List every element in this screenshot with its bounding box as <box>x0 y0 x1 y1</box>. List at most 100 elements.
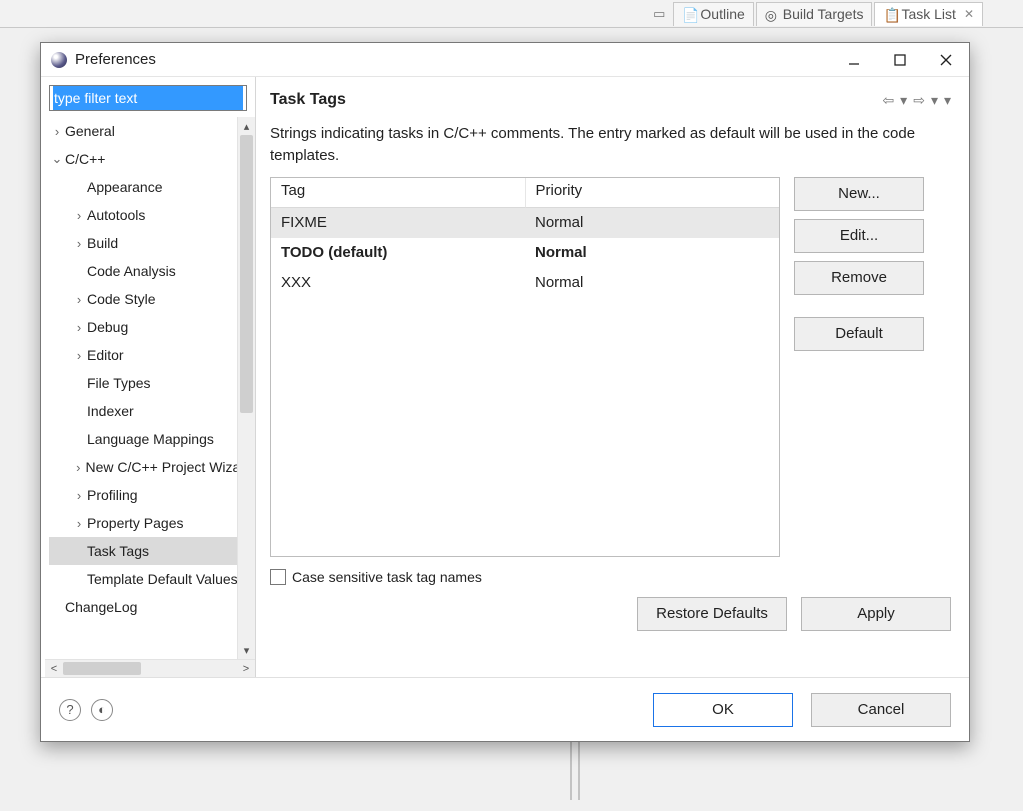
forward-menu-icon[interactable]: ▾ <box>931 92 938 109</box>
tree-item-label: Property Pages <box>87 515 184 531</box>
dialog-titlebar[interactable]: Preferences <box>41 43 969 77</box>
table-row[interactable]: XXXNormal <box>271 268 779 298</box>
chevron-down-icon[interactable]: ⌄ <box>49 151 65 167</box>
column-header-priority[interactable]: Priority <box>526 178 780 208</box>
tree-item-label: C/C++ <box>65 151 105 167</box>
scroll-thumb[interactable] <box>240 135 253 413</box>
new-button[interactable]: New... <box>794 177 924 211</box>
scroll-thumb[interactable] <box>63 662 141 675</box>
forward-icon[interactable]: ⇨ <box>913 92 925 109</box>
edit-button[interactable]: Edit... <box>794 219 924 253</box>
remove-button[interactable]: Remove <box>794 261 924 295</box>
tree-item-general[interactable]: ›General <box>49 117 237 145</box>
view-menu-icon[interactable]: ▾ <box>944 92 951 109</box>
ok-button[interactable]: OK <box>653 693 793 727</box>
scroll-down-icon[interactable]: ▾ <box>238 641 255 659</box>
tree-horizontal-scrollbar[interactable]: < > <box>45 659 255 677</box>
cell-tag: TODO (default) <box>271 242 525 263</box>
tree-item-label: Autotools <box>87 207 145 223</box>
help-icon[interactable]: ? <box>59 699 81 721</box>
scroll-up-icon[interactable]: ▴ <box>238 117 255 135</box>
tree-item-label: Template Default Values <box>87 571 237 587</box>
chevron-right-icon[interactable]: › <box>71 320 87 335</box>
dialog-footer: ? ◐ OK Cancel <box>41 677 969 741</box>
tree-item-label: Code Style <box>87 291 155 307</box>
tree-item-label: Appearance <box>87 179 163 195</box>
case-sensitive-checkbox[interactable] <box>270 569 286 585</box>
tree-item-task-tags[interactable]: Task Tags <box>49 537 237 565</box>
table-row[interactable]: FIXMENormal <box>271 208 779 238</box>
scroll-right-icon[interactable]: > <box>237 660 255 677</box>
close-button[interactable] <box>923 43 969 77</box>
table-row[interactable]: TODO (default)Normal <box>271 238 779 268</box>
minimize-icon[interactable]: ▭ <box>653 6 665 22</box>
tree-item-property-pages[interactable]: ›Property Pages <box>49 509 237 537</box>
cell-tag: XXX <box>271 272 525 293</box>
bg-tab-outline[interactable]: 📄Outline <box>673 2 753 26</box>
tree-item-changelog[interactable]: ChangeLog <box>49 593 237 621</box>
apply-button[interactable]: Apply <box>801 597 951 631</box>
page-nav-icons: ⇦ ▾ ⇨ ▾ ▾ <box>882 92 951 109</box>
tree-item-label: Task Tags <box>87 543 149 559</box>
chevron-right-icon[interactable]: › <box>71 208 87 223</box>
tree-item-profiling[interactable]: ›Profiling <box>49 481 237 509</box>
restore-defaults-button[interactable]: Restore Defaults <box>637 597 787 631</box>
bg-tab-task-list[interactable]: 📋 Task List ✕ <box>874 2 983 26</box>
close-icon[interactable]: ✕ <box>964 7 974 21</box>
chevron-right-icon[interactable]: › <box>49 124 65 139</box>
scroll-left-icon[interactable]: < <box>45 660 63 677</box>
tree-item-label: Code Analysis <box>87 263 176 279</box>
filter-input[interactable] <box>49 85 247 111</box>
tree-item-language-mappings[interactable]: Language Mappings <box>49 425 237 453</box>
tree-item-c-c[interactable]: ⌄C/C++ <box>49 145 237 173</box>
cell-priority: Normal <box>525 272 779 293</box>
tree-item-template-default-values[interactable]: Template Default Values <box>49 565 237 593</box>
cancel-button[interactable]: Cancel <box>811 693 951 727</box>
preferences-tree[interactable]: ›General⌄C/C++Appearance›Autotools›Build… <box>45 117 237 659</box>
back-menu-icon[interactable]: ▾ <box>900 92 907 109</box>
preferences-tree-panel: ›General⌄C/C++Appearance›Autotools›Build… <box>41 77 256 677</box>
tree-item-appearance[interactable]: Appearance <box>49 173 237 201</box>
import-export-icon[interactable]: ◐ <box>91 699 113 721</box>
maximize-button[interactable] <box>877 43 923 77</box>
chevron-right-icon[interactable]: › <box>71 460 85 475</box>
tree-item-label: Build <box>87 235 118 251</box>
dialog-title: Preferences <box>75 51 831 68</box>
task-tags-table[interactable]: Tag Priority FIXMENormalTODO (default)No… <box>270 177 780 557</box>
chevron-right-icon[interactable]: › <box>71 236 87 251</box>
tree-item-autotools[interactable]: ›Autotools <box>49 201 237 229</box>
bg-tab-build-targets[interactable]: ◎Build Targets <box>756 2 873 26</box>
bg-tab-label: Outline <box>700 6 744 22</box>
tree-item-indexer[interactable]: Indexer <box>49 397 237 425</box>
tree-item-label: New C/C++ Project Wizard <box>85 459 237 475</box>
bg-tab-label: Task List <box>901 6 955 22</box>
tree-item-file-types[interactable]: File Types <box>49 369 237 397</box>
task-list-icon: 📋 <box>883 7 897 21</box>
column-header-tag[interactable]: Tag <box>271 178 526 208</box>
default-button[interactable]: Default <box>794 317 924 351</box>
tree-item-label: ChangeLog <box>65 599 137 615</box>
tree-item-new-c-c-project-wizard[interactable]: ›New C/C++ Project Wizard <box>49 453 237 481</box>
tree-item-code-style[interactable]: ›Code Style <box>49 285 237 313</box>
chevron-right-icon[interactable]: › <box>71 488 87 503</box>
minimize-button[interactable] <box>831 43 877 77</box>
chevron-right-icon[interactable]: › <box>71 292 87 307</box>
back-icon[interactable]: ⇦ <box>882 92 894 109</box>
tree-item-code-analysis[interactable]: Code Analysis <box>49 257 237 285</box>
tree-item-label: Language Mappings <box>87 431 214 447</box>
chevron-right-icon[interactable]: › <box>71 516 87 531</box>
cell-tag: FIXME <box>271 212 525 233</box>
chevron-right-icon[interactable]: › <box>71 348 87 363</box>
background-splitter <box>570 740 580 800</box>
tree-item-label: General <box>65 123 115 139</box>
tree-item-editor[interactable]: ›Editor <box>49 341 237 369</box>
case-sensitive-label: Case sensitive task tag names <box>292 569 482 585</box>
tree-vertical-scrollbar[interactable]: ▴ ▾ <box>237 117 255 659</box>
tree-item-build[interactable]: ›Build <box>49 229 237 257</box>
tree-item-debug[interactable]: ›Debug <box>49 313 237 341</box>
page-title: Task Tags <box>270 91 346 109</box>
dialog-body: ›General⌄C/C++Appearance›Autotools›Build… <box>41 77 969 677</box>
tree-item-label: Indexer <box>87 403 134 419</box>
preferences-dialog: Preferences ›General⌄C/C++Appearance›Aut… <box>40 42 970 742</box>
eclipse-icon <box>51 52 67 68</box>
